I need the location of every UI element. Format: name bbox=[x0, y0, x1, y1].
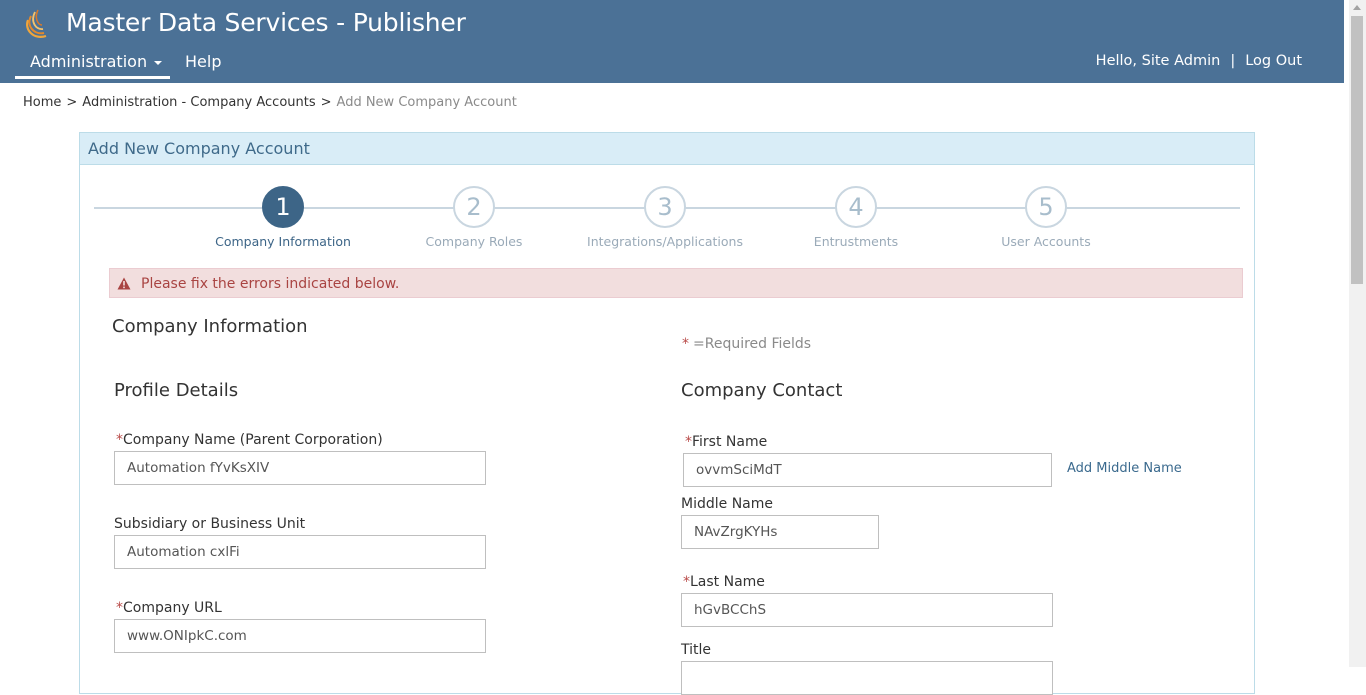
last-name-input[interactable] bbox=[681, 593, 1053, 627]
company-name-label: *Company Name (Parent Corporation) bbox=[116, 432, 383, 448]
subsidiary-input[interactable] bbox=[114, 535, 486, 569]
step-number: 4 bbox=[835, 186, 877, 228]
panel-heading: Add New Company Account bbox=[80, 133, 1254, 165]
breadcrumb-company-accounts[interactable]: Administration - Company Accounts bbox=[82, 95, 315, 110]
first-name-label-text: First Name bbox=[692, 434, 768, 450]
user-area: Hello, Site Admin | Log Out bbox=[1096, 53, 1302, 69]
company-name-input[interactable] bbox=[114, 451, 486, 485]
title-input[interactable] bbox=[681, 661, 1053, 695]
company-contact-title: Company Contact bbox=[681, 380, 843, 401]
app-header: Master Data Services - Publisher Adminis… bbox=[0, 0, 1344, 83]
first-name-label: *First Name bbox=[685, 434, 767, 450]
add-middle-name-link[interactable]: Add Middle Name bbox=[1067, 461, 1182, 476]
required-fields-note: * =Required Fields bbox=[682, 336, 811, 352]
wizard-step-5[interactable]: 5 User Accounts bbox=[946, 186, 1146, 249]
wizard-step-4[interactable]: 4 Entrustments bbox=[756, 186, 956, 249]
user-greeting: Hello, Site Admin bbox=[1095, 53, 1221, 69]
breadcrumb-separator: > bbox=[66, 95, 78, 110]
page-scrollbar[interactable] bbox=[1349, 0, 1366, 667]
section-title: Company Information bbox=[112, 316, 308, 337]
step-label: Company Roles bbox=[425, 234, 523, 249]
required-star: * bbox=[116, 600, 123, 616]
step-label: Company Information bbox=[215, 234, 351, 249]
add-company-panel: Add New Company Account 1 Company Inform… bbox=[79, 132, 1255, 695]
active-nav-indicator bbox=[15, 76, 170, 79]
company-url-label: *Company URL bbox=[116, 600, 222, 616]
step-number: 1 bbox=[262, 186, 304, 228]
step-label: Integrations/Applications bbox=[587, 234, 743, 249]
step-label: Entrustments bbox=[813, 234, 899, 249]
logo-icon bbox=[26, 9, 47, 38]
warning-triangle-icon bbox=[117, 277, 131, 290]
wizard-step-3[interactable]: 3 Integrations/Applications bbox=[565, 186, 765, 249]
required-star: * bbox=[682, 336, 689, 352]
company-name-label-text: Company Name (Parent Corporation) bbox=[123, 432, 383, 448]
required-star: * bbox=[685, 434, 692, 450]
user-separator: | bbox=[1230, 53, 1236, 69]
breadcrumb-current: Add New Company Account bbox=[336, 95, 517, 110]
last-name-label-text: Last Name bbox=[690, 574, 765, 590]
scroll-thumb[interactable] bbox=[1351, 16, 1363, 284]
breadcrumb-separator: > bbox=[320, 95, 332, 110]
required-star: * bbox=[116, 432, 123, 448]
first-name-input[interactable] bbox=[683, 453, 1052, 487]
company-url-label-text: Company URL bbox=[123, 600, 222, 616]
caret-down-icon bbox=[154, 60, 163, 65]
breadcrumb-home[interactable]: Home bbox=[23, 95, 61, 110]
app-title: Master Data Services - Publisher bbox=[66, 8, 466, 37]
step-number: 5 bbox=[1025, 186, 1067, 228]
company-url-input[interactable] bbox=[114, 619, 486, 653]
title-label: Title bbox=[681, 642, 712, 658]
wizard-step-2[interactable]: 2 Company Roles bbox=[374, 186, 574, 249]
last-name-label: *Last Name bbox=[683, 574, 765, 590]
logout-link[interactable]: Log Out bbox=[1245, 53, 1302, 69]
step-label: User Accounts bbox=[1001, 234, 1091, 249]
step-number: 3 bbox=[644, 186, 686, 228]
error-alert: Please fix the errors indicated below. bbox=[109, 268, 1243, 298]
nav-administration[interactable]: Administration bbox=[30, 52, 163, 71]
nav-administration-label: Administration bbox=[30, 52, 148, 71]
breadcrumb: Home > Administration - Company Accounts > A… bbox=[23, 95, 517, 110]
scroll-up-arrow-icon[interactable] bbox=[1353, 5, 1361, 10]
wizard-step-1[interactable]: 1 Company Information bbox=[183, 186, 383, 249]
required-star: * bbox=[683, 574, 690, 590]
required-note-text: =Required Fields bbox=[693, 336, 812, 352]
subsidiary-label: Subsidiary or Business Unit bbox=[114, 516, 306, 532]
nav-help[interactable]: Help bbox=[185, 52, 221, 71]
middle-name-input[interactable] bbox=[681, 515, 879, 549]
error-alert-message: Please fix the errors indicated below. bbox=[141, 276, 400, 292]
step-number: 2 bbox=[453, 186, 495, 228]
middle-name-label: Middle Name bbox=[681, 496, 773, 512]
profile-details-title: Profile Details bbox=[114, 380, 239, 401]
